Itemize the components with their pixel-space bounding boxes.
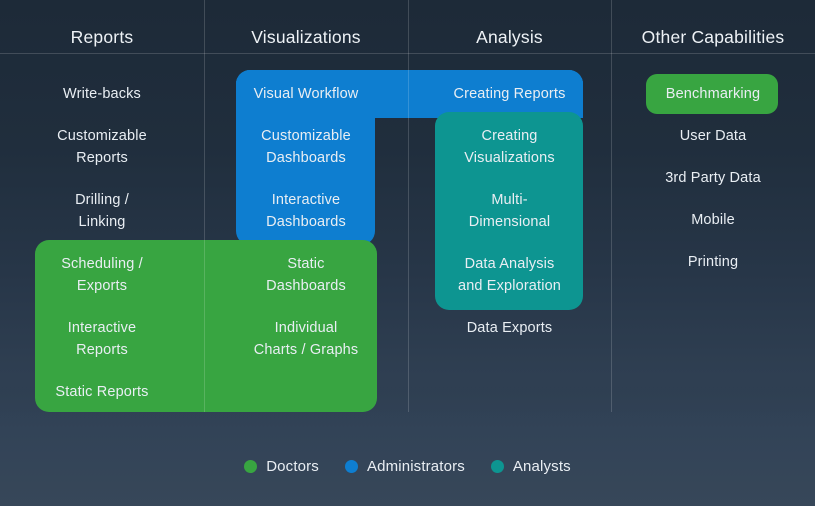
cell-scheduling-exports-line1[interactable]: Scheduling / bbox=[0, 253, 204, 275]
legend: Doctors Administrators Analysts bbox=[0, 450, 815, 482]
cell-printing[interactable]: Printing bbox=[611, 251, 815, 273]
cell-static-reports[interactable]: Static Reports bbox=[0, 381, 204, 403]
cell-individual-charts-line2[interactable]: Charts / Graphs bbox=[204, 339, 408, 361]
legend-label-analysts: Analysts bbox=[512, 457, 571, 475]
header-divider bbox=[0, 53, 815, 54]
cell-scheduling-exports-line2[interactable]: Exports bbox=[0, 275, 204, 297]
cell-3rd-party-data[interactable]: 3rd Party Data bbox=[611, 167, 815, 189]
cell-drilling-linking-line1[interactable]: Drilling / bbox=[0, 189, 204, 211]
cell-multi-dimensional-line2[interactable]: Dimensional bbox=[408, 211, 611, 233]
cell-individual-charts-line1[interactable]: Individual bbox=[204, 317, 408, 339]
cell-data-analysis-line2[interactable]: and Exploration bbox=[408, 275, 611, 297]
cell-mobile[interactable]: Mobile bbox=[611, 209, 815, 231]
column-header-analysis: Analysis bbox=[476, 27, 543, 47]
cell-user-data[interactable]: User Data bbox=[611, 125, 815, 147]
cell-interactive-reports-line2[interactable]: Reports bbox=[0, 339, 204, 361]
cell-customizable-dashboards-line1[interactable]: Customizable bbox=[204, 125, 408, 147]
legend-dot-icon-analysts bbox=[490, 459, 504, 473]
cell-creating-visualizations-line2[interactable]: Visualizations bbox=[408, 147, 611, 169]
cell-data-exports[interactable]: Data Exports bbox=[408, 317, 611, 339]
cell-customizable-reports-line1[interactable]: Customizable bbox=[0, 125, 204, 147]
legend-item-doctors[interactable]: Doctors bbox=[244, 458, 319, 475]
cell-customizable-dashboards-line2[interactable]: Dashboards bbox=[204, 147, 408, 169]
cell-interactive-reports-line1[interactable]: Interactive bbox=[0, 317, 204, 339]
column-header-visualizations: Visualizations bbox=[251, 27, 361, 47]
legend-label-administrators: Administrators bbox=[366, 457, 465, 475]
legend-label-doctors: Doctors bbox=[266, 457, 319, 475]
column-divider-3 bbox=[611, 0, 612, 412]
column-header-reports: Reports bbox=[70, 27, 134, 47]
cell-interactive-dashboards-line2[interactable]: Dashboards bbox=[204, 211, 408, 233]
legend-dot-icon-administrators bbox=[344, 459, 358, 473]
cell-creating-visualizations-line1[interactable]: Creating bbox=[408, 125, 611, 147]
capability-matrix: Reports Visualizations Analysis Other Ca… bbox=[0, 0, 815, 506]
cell-drilling-linking-line2[interactable]: Linking bbox=[0, 211, 204, 233]
cell-creating-reports[interactable]: Creating Reports bbox=[408, 83, 611, 105]
column-header-other-capabilities: Other Capabilities bbox=[641, 27, 785, 47]
legend-item-analysts[interactable]: Analysts bbox=[490, 457, 571, 475]
cell-static-dashboards-line1[interactable]: Static bbox=[204, 253, 408, 275]
legend-item-administrators[interactable]: Administrators bbox=[344, 457, 465, 475]
cell-customizable-reports-line2[interactable]: Reports bbox=[0, 147, 204, 169]
cell-multi-dimensional-line1[interactable]: Multi- bbox=[408, 189, 611, 211]
cell-write-backs[interactable]: Write-backs bbox=[0, 83, 204, 105]
legend-dot-icon-doctors bbox=[244, 459, 258, 473]
cell-interactive-dashboards-line1[interactable]: Interactive bbox=[204, 189, 408, 211]
cell-visual-workflow[interactable]: Visual Workflow bbox=[204, 83, 408, 105]
cell-benchmarking[interactable]: Benchmarking bbox=[611, 83, 815, 105]
cell-static-dashboards-line2[interactable]: Dashboards bbox=[204, 275, 408, 297]
cell-data-analysis-line1[interactable]: Data Analysis bbox=[408, 253, 611, 275]
